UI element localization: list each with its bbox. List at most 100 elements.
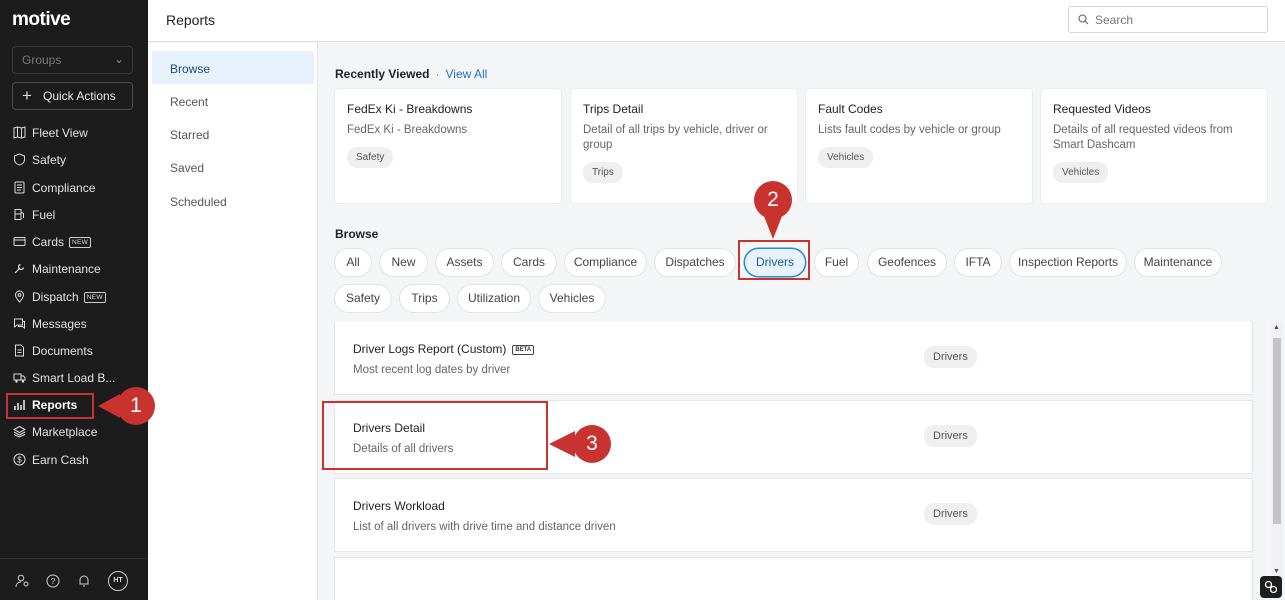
quick-actions-label: Quick Actions [43, 89, 116, 103]
report-row[interactable]: Driver Logs Report (Custom) BETA Most rec… [335, 322, 1252, 394]
filter-chip-assets[interactable]: Assets [436, 249, 493, 276]
recent-report-card[interactable]: Fault Codes Lists fault codes by vehicle… [806, 89, 1032, 203]
groups-placeholder: Groups [22, 53, 62, 67]
filter-chip-new[interactable]: New [380, 249, 427, 276]
step-3-badge: 3 [586, 432, 598, 455]
filter-chip-geofences[interactable]: Geofences [868, 249, 946, 276]
nav-item-messages[interactable]: Messages [6, 312, 142, 336]
bell-icon[interactable] [76, 573, 92, 589]
category-tag: Vehicles [1053, 162, 1109, 183]
nav-item-label: Marketplace [32, 425, 98, 439]
new-badge: NEW [83, 292, 106, 303]
motive-logo[interactable]: motive [12, 9, 71, 31]
nav-item-dispatch[interactable]: Dispatch NEW [6, 285, 142, 309]
view-all-link[interactable]: View All [446, 67, 488, 81]
category-tag: Safety [347, 147, 394, 168]
scroll-up-icon[interactable]: ▲ [1273, 324, 1280, 331]
truck-icon [13, 373, 26, 383]
user-settings-icon[interactable] [14, 573, 30, 589]
card-title: FedEx Ki - Breakdowns [347, 102, 473, 116]
subnav-item-browse[interactable]: Browse [152, 51, 314, 84]
nav-item-label: Cards [32, 235, 65, 249]
filter-chip-cards[interactable]: Cards [502, 249, 556, 276]
filter-chip-utilization[interactable]: Utilization [458, 285, 530, 312]
nav-item-documents[interactable]: Documents [6, 339, 142, 363]
filter-chip-ifta[interactable]: IFTA [955, 249, 1001, 276]
report-title: Drivers Workload [353, 499, 445, 513]
filter-chip-dispatches[interactable]: Dispatches [655, 249, 735, 276]
nav-item-label: Messages [32, 317, 87, 331]
beta-badge: BETA [512, 345, 535, 355]
filter-chip-compliance[interactable]: Compliance [565, 249, 646, 276]
filter-chip-fuel[interactable]: Fuel [815, 249, 858, 276]
reports-subnav: Browse Recent Starred Saved Scheduled [148, 43, 318, 600]
chat-icon [14, 318, 25, 329]
help-icon[interactable]: ? [45, 573, 61, 589]
recent-report-card[interactable]: Requested Videos Details of all requeste… [1041, 89, 1267, 203]
nav-item-safety[interactable]: Safety [6, 148, 142, 172]
nav-item-label: Smart Load B... [32, 371, 116, 385]
fuel-pump-icon [14, 209, 24, 220]
filter-chip-safety[interactable]: Safety [335, 285, 391, 312]
card-description: Details of all requested videos from Sma… [1053, 124, 1233, 151]
nav-item-label: Safety [32, 153, 67, 167]
nav-item-cards[interactable]: Cards NEW [6, 230, 142, 254]
category-tag: Drivers [924, 425, 977, 447]
floating-support-button[interactable] [1260, 576, 1282, 598]
card-description: Detail of all trips by vehicle, driver o… [583, 124, 768, 151]
filter-chip-all[interactable]: All [335, 249, 371, 276]
nav-item-fleet-view[interactable]: Fleet View [6, 121, 142, 145]
category-tag: Drivers [924, 503, 977, 525]
nav-item-fuel[interactable]: Fuel [6, 203, 142, 227]
subnav-item-scheduled[interactable]: Scheduled [152, 184, 314, 217]
browse-heading: Browse [335, 227, 379, 241]
nav-item-maintenance[interactable]: Maintenance [6, 257, 142, 281]
nav-footer: ? HT [0, 558, 148, 600]
svg-text:?: ? [51, 577, 56, 586]
recently-viewed-heading: Recently Viewed · View All [335, 67, 487, 81]
recent-report-card[interactable]: FedEx Ki - Breakdowns FedEx Ki - Breakdo… [335, 89, 561, 203]
nav-item-compliance[interactable]: Compliance [6, 176, 142, 200]
subnav-item-starred[interactable]: Starred [152, 117, 314, 150]
card-title: Requested Videos [1053, 102, 1151, 116]
nav-item-label: Fleet View [32, 126, 88, 140]
scroll-down-icon[interactable]: ▼ [1273, 568, 1280, 575]
list-scrollbar[interactable]: ▲ ▼ [1271, 322, 1283, 580]
nav-item-earn-cash[interactable]: $ Earn Cash [6, 448, 142, 472]
category-tag: Vehicles [818, 147, 874, 168]
location-pin-icon [14, 290, 25, 303]
report-description: Most recent log dates by driver [353, 364, 511, 376]
subnav-item-saved[interactable]: Saved [152, 150, 314, 183]
wrench-icon [14, 263, 25, 274]
dollar-circle-icon: $ [13, 453, 26, 466]
filter-chip-inspection-reports[interactable]: Inspection Reports [1010, 249, 1126, 276]
nav-item-label: Fuel [32, 208, 56, 222]
map-icon [13, 126, 26, 139]
nav-item-label: Earn Cash [32, 453, 89, 467]
groups-select[interactable]: Groups ⌄ [12, 46, 133, 74]
subnav-item-recent[interactable]: Recent [152, 84, 314, 117]
svg-text:$: $ [17, 456, 22, 465]
report-row[interactable] [335, 558, 1252, 600]
search-icon [1078, 14, 1089, 25]
search-input[interactable] [1095, 11, 1260, 29]
filter-chip-trips[interactable]: Trips [400, 285, 449, 312]
step-2-highlight [738, 240, 810, 280]
card-title: Fault Codes [818, 102, 883, 116]
filter-chip-vehicles[interactable]: Vehicles [539, 285, 605, 312]
scrollbar-thumb[interactable] [1273, 338, 1281, 524]
filter-chip-maintenance[interactable]: Maintenance [1135, 249, 1221, 276]
top-header: Reports [148, 0, 1285, 42]
card-description: Lists fault codes by vehicle or group [818, 124, 1001, 136]
nav-item-label: Maintenance [32, 262, 101, 276]
report-row[interactable]: Drivers Workload List of all drivers wit… [335, 479, 1252, 551]
avatar[interactable]: HT [108, 571, 128, 591]
link-icon [1264, 580, 1278, 594]
shield-icon [14, 153, 25, 166]
plus-icon: + [22, 86, 32, 105]
search-box[interactable] [1068, 6, 1268, 33]
recently-viewed-title: Recently Viewed [335, 67, 430, 81]
document-icon [15, 344, 24, 357]
category-tag: Trips [583, 162, 623, 183]
quick-actions-button[interactable]: + Quick Actions [12, 82, 133, 110]
